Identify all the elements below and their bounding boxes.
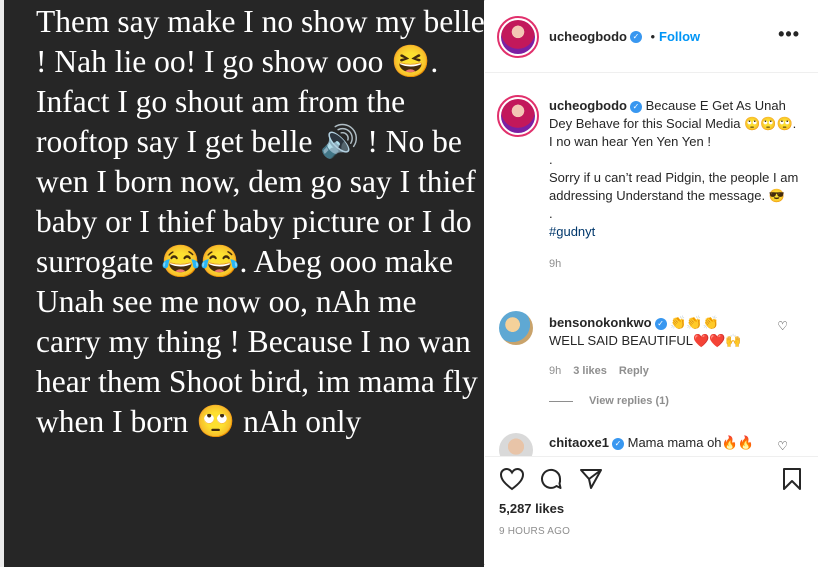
separator-dot: • (650, 29, 656, 44)
caption-hashtag[interactable]: #gudnyt (549, 224, 595, 239)
post-actions: 5,287 likes 9 HOURS AGO (485, 456, 818, 566)
post-image[interactable]: Them say make I no show my belle ! Nah l… (4, 0, 484, 567)
follow-button[interactable]: Follow (659, 29, 700, 44)
caption-line4: . (549, 206, 553, 221)
bookmark-icon[interactable] (781, 467, 803, 491)
comment-icon[interactable] (539, 467, 563, 491)
verified-badge-icon: ✓ (630, 30, 642, 43)
comment-item: bensonokonkwo ✓ 👏👏👏 WELL SAID BEAUTIFUL❤️… (549, 314, 769, 380)
view-replies-line (549, 400, 573, 402)
comment-text: WELL SAID BEAUTIFUL❤️❤️🙌 (549, 333, 742, 348)
like-heart-icon[interactable] (499, 467, 525, 491)
caption-username[interactable]: ucheogbodo (549, 98, 627, 113)
likes-count[interactable]: 5,287 likes (499, 501, 564, 516)
caption: ucheogbodo ✓ Because E Get As Unah Dey Be… (549, 97, 799, 273)
comment-likes[interactable]: 3 likes (573, 365, 607, 377)
comment-time: 9h (549, 365, 562, 377)
caption-line3: Sorry if u can’t read Pidgin, the people… (549, 170, 799, 203)
comment-like-heart-icon[interactable]: ♡ (777, 439, 788, 453)
author-username[interactable]: ucheogbodo (549, 29, 627, 44)
comment-inline-text: 👏👏👏 (670, 315, 719, 330)
verified-badge-icon: ✓ (654, 317, 667, 330)
comment-username[interactable]: bensonokonkwo (549, 315, 652, 330)
comment-username[interactable]: chitaoxe1 (549, 435, 609, 450)
author-avatar[interactable] (497, 16, 539, 58)
caption-avatar[interactable] (497, 95, 539, 137)
verified-badge-icon: ✓ (611, 437, 624, 450)
share-icon[interactable] (579, 467, 603, 491)
verified-badge-icon: ✓ (630, 100, 642, 113)
caption-time: 9h (549, 258, 562, 270)
comment-inline-text: Mama mama oh🔥🔥 (627, 435, 754, 450)
commenter-avatar[interactable] (499, 311, 533, 345)
comment-like-heart-icon[interactable]: ♡ (777, 319, 788, 333)
comment-reply-button[interactable]: Reply (619, 365, 649, 377)
comments-list: ucheogbodo ✓ Because E Get As Unah Dey Be… (485, 73, 818, 456)
more-options-icon[interactable]: ••• (778, 25, 800, 43)
post-timestamp: 9 HOURS AGO (499, 526, 571, 537)
comment-item: chitaoxe1 ✓ Mama mama oh🔥🔥 (549, 434, 769, 452)
view-replies-label: View replies (1) (589, 395, 669, 407)
header-author-line: ucheogbodo ✓ • Follow (549, 28, 700, 46)
post-side-panel: ucheogbodo ✓ • Follow ••• ucheogbodo ✓ Beca… (485, 0, 818, 565)
post-header: ucheogbodo ✓ • Follow ••• (485, 0, 818, 73)
view-replies-button[interactable]: View replies (1) (549, 395, 669, 407)
commenter-avatar[interactable] (499, 433, 533, 456)
caption-line2: . (549, 152, 553, 167)
post-image-text: Them say make I no show my belle ! Nah l… (36, 4, 484, 439)
